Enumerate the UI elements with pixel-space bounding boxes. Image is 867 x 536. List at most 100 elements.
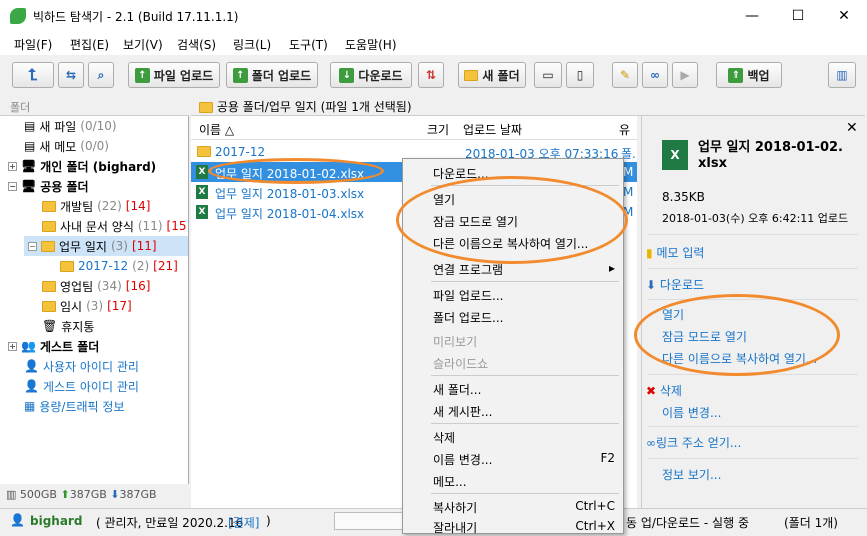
edit-button[interactable]: ✎ xyxy=(612,62,638,88)
detail-rename-link[interactable]: 이름 변경... xyxy=(662,404,721,421)
column-extra[interactable]: 유 xyxy=(619,121,630,138)
new-doc-button[interactable]: ▯ xyxy=(566,62,594,88)
pay-link[interactable]: [결제] xyxy=(228,514,259,531)
menu-search[interactable]: 검색(S) xyxy=(177,36,216,53)
status-field xyxy=(334,512,406,530)
monitor-button[interactable]: ▭ xyxy=(534,62,562,88)
tree-count: (3) xyxy=(110,239,128,253)
tree-item-user-admin[interactable]: 👤 사용자 아이디 관리 xyxy=(24,356,139,376)
menu-view[interactable]: 보기(V) xyxy=(123,36,163,53)
backup-button[interactable]: ⇑ 백업 xyxy=(716,62,782,88)
excel-icon: X xyxy=(196,185,208,199)
close-button[interactable]: ✕ xyxy=(821,0,867,31)
ctx-open-with[interactable]: 연결 프로그램 xyxy=(433,261,503,278)
folder-icon xyxy=(42,200,56,212)
ctx-memo[interactable]: 메모... xyxy=(433,473,467,490)
tree-item-new-file[interactable]: ▤ 새 파일 (0/10) xyxy=(24,116,117,136)
down-arrow-icon: ⬇ xyxy=(110,488,120,501)
status-selection: (폴더 1개) xyxy=(784,516,838,530)
file-icon: ▤ xyxy=(24,119,36,133)
tree-item-personal[interactable]: + 🖥 개인 폴더 (bighard) xyxy=(8,156,156,176)
detail-link-label: 링크 주소 얻기... xyxy=(656,436,742,450)
transfer-button[interactable]: ⇅ xyxy=(418,62,444,88)
maximize-button[interactable]: ☐ xyxy=(775,0,821,31)
delete-x-icon: ✖ xyxy=(646,384,657,398)
tree-label: 게스트 아이디 관리 xyxy=(42,379,139,394)
computer-icon: 🖥 xyxy=(21,179,37,193)
up-folder-button[interactable]: ⮤ xyxy=(12,62,54,88)
storage-total: 500GB xyxy=(19,488,57,501)
ctx-new-board[interactable]: 새 게시판... xyxy=(433,403,492,420)
tree-item-new-memo[interactable]: ▤ 새 메모 (0/0) xyxy=(24,136,109,156)
folder-icon xyxy=(199,102,213,113)
download-button[interactable]: ↓ 다운로드 xyxy=(330,62,412,88)
column-name[interactable]: 이름 △ xyxy=(199,121,234,138)
collapse-icon[interactable]: − xyxy=(28,241,37,251)
memo-link[interactable]: ▮ 메모 입력 xyxy=(646,244,704,261)
tree-label: 게스트 폴더 xyxy=(39,339,100,354)
tree-item-guest-admin[interactable]: 👤 게스트 아이디 관리 xyxy=(24,376,139,396)
refresh-button[interactable]: ⇆ xyxy=(58,62,84,88)
path-bar: 공용 폴더/업무 일지 (파일 1개 선택됨) xyxy=(191,96,865,116)
ctx-cut[interactable]: 잘라내기 xyxy=(433,519,477,536)
menu-file[interactable]: 파일(F) xyxy=(14,36,52,53)
menu-link[interactable]: 링크(L) xyxy=(233,36,271,53)
minimize-button[interactable]: — xyxy=(729,0,775,31)
ctx-file-upload[interactable]: 파일 업로드... xyxy=(433,287,503,304)
expand-icon[interactable]: + xyxy=(8,161,17,171)
column-size[interactable]: 크기 xyxy=(427,121,449,138)
new-folder-button[interactable]: 새 폴더 xyxy=(458,62,526,88)
ctx-copy[interactable]: 복사하기 xyxy=(433,499,477,516)
folder-icon xyxy=(464,69,479,81)
tree-item-temp[interactable]: 임시 (3) [17] xyxy=(42,296,132,316)
tree-count: (3) xyxy=(86,299,104,313)
tree-item-worklog[interactable]: − 업무 일지 (3) [11] xyxy=(28,236,157,256)
tree-badge: [15 xyxy=(166,219,187,233)
collapse-icon[interactable]: − xyxy=(8,181,17,191)
expand-icon[interactable]: + xyxy=(8,341,17,351)
folder-icon xyxy=(42,300,56,312)
divider xyxy=(648,234,858,235)
file-upload-button[interactable]: ↑ 파일 업로드 xyxy=(128,62,220,88)
tree-label: 사내 문서 양식 xyxy=(60,219,134,234)
menu-tools[interactable]: 도구(T) xyxy=(289,36,328,53)
play-icon: ▶ xyxy=(680,68,690,82)
play-button[interactable]: ▶ xyxy=(672,62,698,88)
monitor-icon: ▭ xyxy=(542,68,554,82)
search-button[interactable]: ⌕ xyxy=(88,62,114,88)
link-button[interactable]: ∞ xyxy=(642,62,668,88)
detail-link-link[interactable]: ∞링크 주소 얻기... xyxy=(646,434,741,451)
tree-item-sales[interactable]: 영업팀 (34) [16] xyxy=(42,276,150,296)
tree-item-forms[interactable]: 사내 문서 양식 (11) [15 xyxy=(42,216,186,236)
storage-icon: ▦ xyxy=(24,399,36,413)
folder-icon xyxy=(197,146,211,157)
detail-info-link[interactable]: 정보 보기... xyxy=(662,466,721,483)
app-leaf-icon xyxy=(10,8,26,24)
close-pane-icon[interactable]: ✕ xyxy=(846,120,858,136)
ctx-rename[interactable]: 이름 변경... xyxy=(433,451,492,468)
ctx-delete[interactable]: 삭제 xyxy=(433,429,455,446)
up-arrow-icon: ⬆ xyxy=(60,488,70,501)
tree-item-2017-12[interactable]: 2017-12 (2) [21] xyxy=(60,256,178,276)
folder-upload-label: 폴더 업로드 xyxy=(251,68,312,83)
folder-upload-button[interactable]: ↑ 폴더 업로드 xyxy=(226,62,318,88)
menu-edit[interactable]: 편집(E) xyxy=(70,36,109,53)
column-date[interactable]: 업로드 날짜 xyxy=(463,121,522,138)
trash-icon: 🗑 xyxy=(42,319,58,333)
tree-item-usage[interactable]: ▦ 용량/트래픽 정보 xyxy=(24,396,124,416)
tree-item-dev[interactable]: 개발팀 (22) [14] xyxy=(42,196,150,216)
detail-delete-link[interactable]: ✖ 삭제 xyxy=(646,382,682,399)
detail-download-link[interactable]: ⬇ 다운로드 xyxy=(646,276,704,293)
menu-help[interactable]: 도움말(H) xyxy=(345,36,397,53)
computer-icon: 🖥 xyxy=(21,159,37,173)
panel-toggle-button[interactable]: ▥ xyxy=(828,62,856,88)
detail-download-label: 다운로드 xyxy=(659,278,705,292)
tree-item-shared[interactable]: − 🖥 공용 폴더 xyxy=(8,176,89,196)
ctx-folder-upload[interactable]: 폴더 업로드... xyxy=(433,309,503,326)
ctx-new-folder[interactable]: 새 폴더... xyxy=(433,381,481,398)
users-icon: 👥 xyxy=(21,339,36,353)
title-bar: 빅하드 탐색기 - 2.1 (Build 17.11.1.1) — ☐ ✕ xyxy=(0,0,867,31)
tree-item-trash[interactable]: 🗑 휴지통 xyxy=(42,316,94,336)
detail-filename: 업무 일지 2018-01-02. xyxy=(698,140,843,155)
tree-item-guest[interactable]: + 👥 게스트 폴더 xyxy=(8,336,99,356)
